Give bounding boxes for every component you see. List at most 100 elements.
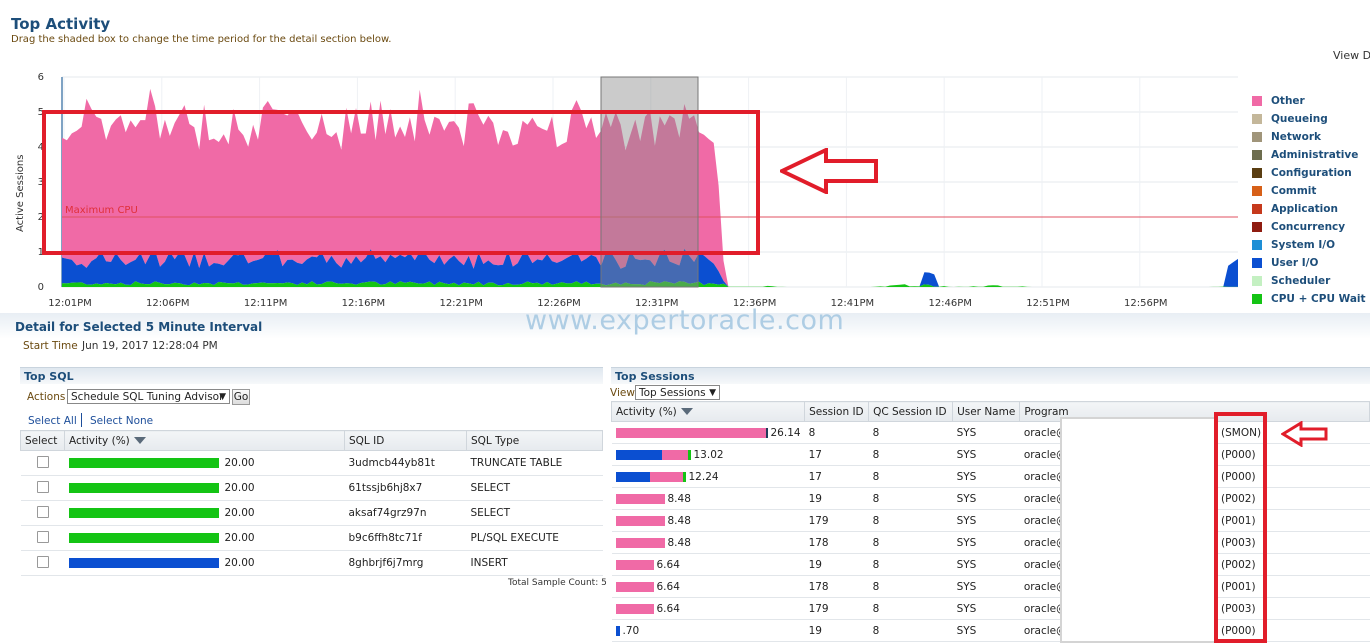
session-id-link[interactable]: 179 [804,509,869,532]
qc-session-id-link[interactable]: 8 [868,619,953,642]
sql-id-link[interactable]: aksaf74grz97n [344,500,467,526]
user-name-link[interactable]: SYS [952,597,1020,620]
activity-value: 20.00 [224,507,255,519]
legend-label: CPU + CPU Wait [1271,293,1366,305]
session-activity-value: 8.48 [667,536,691,549]
view-selected-value: Top Sessions [639,387,706,399]
session-id-link[interactable]: 19 [804,619,869,642]
qc-session-id-link[interactable]: 8 [868,487,953,510]
go-button[interactable]: Go [232,389,250,405]
select-none-link[interactable]: Select None [90,415,153,427]
sql-id-link[interactable]: 8ghbrjf6j7mrg [344,550,467,576]
row-checkbox[interactable] [36,555,49,568]
user-name-link[interactable]: SYS [952,531,1020,554]
legend-item[interactable]: Administrative [1252,148,1358,162]
col-session-id[interactable]: Session ID [804,401,870,422]
sql-id-link[interactable]: 61tssjb6hj8x7 [344,475,467,501]
row-checkbox[interactable] [36,505,49,518]
session-activity-cell: 13.02 [611,443,805,466]
legend-label: Concurrency [1271,221,1346,233]
qc-session-id-link[interactable]: 8 [868,509,953,532]
col-user-name[interactable]: User Name [952,401,1021,422]
col-sql-type[interactable]: SQL Type [466,430,603,451]
activity-bar-cpu [682,471,686,482]
qc-session-id-link[interactable]: 8 [868,443,953,466]
legend-item[interactable]: System I/O [1252,238,1335,252]
x-tick-label: 12:16PM [342,298,385,309]
user-name-link[interactable]: SYS [952,465,1020,488]
table-row: 20.00 aksaf74grz97n SELECT [20,500,603,526]
legend-item[interactable]: Other [1252,94,1305,108]
session-activity-cell: 6.64 [611,553,805,576]
session-id-link[interactable]: 178 [804,575,869,598]
user-name-link[interactable]: SYS [952,443,1020,466]
legend-item[interactable]: Queueing [1252,112,1328,126]
user-name-link[interactable]: SYS [952,487,1020,510]
sql-type-cell: PL/SQL EXECUTE [466,525,603,551]
session-id-link[interactable]: 179 [804,597,869,620]
y-tick-label: 6 [38,72,44,83]
activity-cell: 20.00 [64,500,345,526]
row-checkbox[interactable] [36,455,49,468]
y-axis-label: Active Sessions [15,155,26,232]
session-id-link[interactable]: 19 [804,487,869,510]
legend-item[interactable]: Concurrency [1252,220,1345,234]
legend-item[interactable]: CPU + CPU Wait [1252,292,1366,306]
qc-session-id-link[interactable]: 8 [868,575,953,598]
session-id-link[interactable]: 8 [804,421,869,444]
user-name-link[interactable]: SYS [952,421,1020,444]
col-sql-id[interactable]: SQL ID [344,430,467,451]
legend-swatch [1252,114,1262,124]
activity-value: 20.00 [224,482,255,494]
x-tick-label: 12:06PM [146,298,189,309]
activity-cell: 20.00 [64,525,345,551]
activity-value: 20.00 [224,457,255,469]
session-activity-cell: 26.14 [611,421,805,444]
legend-swatch [1252,204,1262,214]
row-select-cell [20,550,65,576]
user-name-link[interactable]: SYS [952,509,1020,532]
legend-item[interactable]: Application [1252,202,1338,216]
actions-select[interactable]: Schedule SQL Tuning Advisor ▼ [67,389,230,404]
select-all-link[interactable]: Select All [28,415,77,427]
session-activity-cell: 6.64 [611,597,805,620]
view-data-link[interactable]: View Da [1333,49,1370,62]
row-checkbox[interactable] [36,530,49,543]
col-qc-session-id[interactable]: QC Session ID [868,401,954,422]
qc-session-id-link[interactable]: 8 [868,421,953,444]
legend-item[interactable]: Network [1252,130,1321,144]
col-activity[interactable]: Activity (%) [64,430,345,451]
total-sample-count: Total Sample Count: 5 [508,578,607,588]
qc-session-id-link[interactable]: 8 [868,465,953,488]
session-id-link[interactable]: 178 [804,531,869,554]
sort-desc-icon [680,408,693,415]
session-id-link[interactable]: 17 [804,465,869,488]
user-name-link[interactable]: SYS [952,553,1020,576]
row-checkbox[interactable] [36,480,49,493]
qc-session-id-link[interactable]: 8 [868,597,953,620]
session-id-link[interactable]: 19 [804,553,869,576]
legend-swatch [1252,258,1262,268]
legend-item[interactable]: Scheduler [1252,274,1330,288]
qc-session-id-link[interactable]: 8 [868,531,953,554]
session-id-link[interactable]: 17 [804,443,869,466]
activity-bar-other [615,559,654,570]
user-name-link[interactable]: SYS [952,619,1020,642]
sort-desc-icon [133,437,146,444]
x-tick-label: 12:11PM [244,298,287,309]
activity-bar [68,483,219,493]
legend-item[interactable]: User I/O [1252,256,1318,270]
legend-item[interactable]: Configuration [1252,166,1352,180]
x-tick-label: 12:51PM [1026,298,1069,309]
view-select[interactable]: Top Sessions ▼ [635,385,720,400]
activity-bar [68,458,219,468]
qc-session-id-link[interactable]: 8 [868,553,953,576]
session-activity-cell: 12.24 [611,465,805,488]
sql-id-link[interactable]: b9c6ffh8tc71f [344,525,467,551]
legend-label: Queueing [1271,113,1328,125]
sql-id-link[interactable]: 3udmcb44yb81t [344,450,467,476]
col-session-activity[interactable]: Activity (%) [610,401,806,422]
row-select-cell [20,525,65,551]
user-name-link[interactable]: SYS [952,575,1020,598]
legend-item[interactable]: Commit [1252,184,1316,198]
